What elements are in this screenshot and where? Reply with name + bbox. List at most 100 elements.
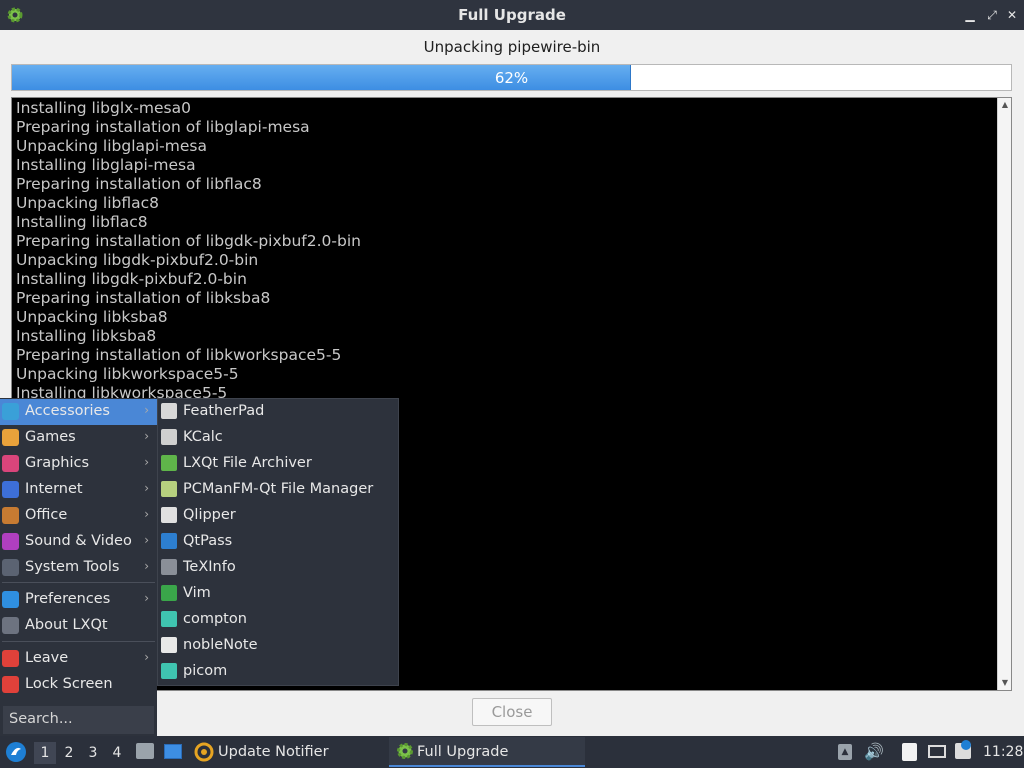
about-icon	[2, 617, 19, 634]
chevron-right-icon: ›	[144, 481, 149, 495]
qlipper-icon	[161, 507, 177, 523]
menu-item-system-tools[interactable]: System Tools ›	[0, 555, 157, 581]
desktop-switch-4[interactable]: 4	[106, 742, 128, 764]
menu-item-preferences[interactable]: Preferences ›	[0, 587, 157, 613]
network-icon[interactable]	[926, 736, 948, 768]
task-update-notifier[interactable]: Update Notifier	[190, 737, 380, 767]
scroll-down-icon[interactable]: ▼	[998, 676, 1011, 690]
task-label: Full Upgrade	[417, 744, 509, 760]
submenu-item-compton[interactable]: compton	[158, 607, 398, 633]
submenu-item-label: QtPass	[183, 533, 233, 549]
chevron-right-icon: ›	[144, 429, 149, 443]
desktop-switch-1[interactable]: 1	[34, 742, 56, 764]
log-line: Installing libflac8	[16, 213, 148, 231]
scroll-up-icon[interactable]: ▲	[998, 98, 1011, 112]
texinfo-icon	[161, 559, 177, 575]
title-bar[interactable]: Full Upgrade ▁ ⤢ ✕	[0, 0, 1024, 30]
sound-video-icon	[2, 533, 19, 550]
desktop-switch-2[interactable]: 2	[58, 742, 80, 764]
chevron-right-icon: ›	[144, 559, 149, 573]
task-full-upgrade[interactable]: Full Upgrade	[389, 737, 585, 767]
submenu-item-label: KCalc	[183, 429, 223, 445]
preferences-icon	[2, 591, 19, 608]
log-line: Preparing installation of libglapi-mesa	[16, 118, 310, 136]
kcalc-icon	[161, 429, 177, 445]
close-window-button[interactable]: ✕	[1004, 7, 1020, 23]
submenu-item-picom[interactable]: picom	[158, 659, 398, 685]
compton-icon	[161, 611, 177, 627]
submenu-item-label: compton	[183, 611, 247, 627]
submenu-item-kcalc[interactable]: KCalc	[158, 425, 398, 451]
submenu-item-pcmanfm-qt-file-manager[interactable]: PCManFM-Qt File Manager	[158, 477, 398, 503]
menu-item-label: Games	[25, 429, 76, 445]
menu-item-internet[interactable]: Internet ›	[0, 477, 157, 503]
menu-item-about[interactable]: About LXQt	[0, 613, 157, 639]
update-tray-icon[interactable]	[953, 736, 973, 768]
noblenote-icon	[161, 637, 177, 653]
menu-item-label: System Tools	[25, 559, 120, 575]
submenu-item-lxqt-file-archiver[interactable]: LXQt File Archiver	[158, 451, 398, 477]
internet-icon	[2, 481, 19, 498]
log-line: Unpacking libglapi-mesa	[16, 137, 207, 155]
leave-icon	[2, 650, 19, 667]
desktop-switch-3[interactable]: 3	[82, 742, 104, 764]
menu-item-label: Graphics	[25, 455, 90, 471]
menu-item-graphics[interactable]: Graphics ›	[0, 451, 157, 477]
submenu-item-label: FeatherPad	[183, 403, 265, 419]
menu-item-leave[interactable]: Leave ›	[0, 646, 157, 672]
submenu-item-qlipper[interactable]: Qlipper	[158, 503, 398, 529]
accessories-submenu: FeatherPad KCalc LXQt File Archiver PCManFM…	[157, 398, 399, 686]
archiver-icon	[161, 455, 177, 471]
close-button[interactable]: Close	[472, 698, 552, 726]
menu-separator	[2, 582, 155, 583]
submenu-item-label: LXQt File Archiver	[183, 455, 312, 471]
show-desktop-icon[interactable]	[134, 736, 156, 768]
volume-icon[interactable]: 🔊	[862, 736, 884, 768]
search-input[interactable]: Search...	[3, 706, 154, 734]
log-line: Preparing installation of libksba8	[16, 289, 271, 307]
log-line: Preparing installation of libkworkspace5…	[16, 346, 342, 364]
picom-icon	[161, 663, 177, 679]
submenu-item-noblenote[interactable]: nobleNote	[158, 633, 398, 659]
graphics-icon	[2, 455, 19, 472]
menu-separator	[2, 641, 155, 642]
log-scrollbar[interactable]: ▲ ▼	[997, 98, 1011, 690]
submenu-item-featherpad[interactable]: FeatherPad	[158, 399, 398, 425]
submenu-item-label: TeXInfo	[183, 559, 236, 575]
menu-item-sound-video[interactable]: Sound & Video ›	[0, 529, 157, 555]
tray-up-arrow-icon[interactable]: ▲	[836, 736, 854, 768]
log-lines: Installing libglx-mesa0 Preparing install…	[16, 99, 995, 441]
clipboard-icon[interactable]	[900, 736, 920, 768]
main-menu-button[interactable]	[5, 741, 27, 763]
log-line: Installing libgdk-pixbuf2.0-bin	[16, 270, 247, 288]
log-line: Installing libglx-mesa0	[16, 99, 191, 117]
menu-item-games[interactable]: Games ›	[0, 425, 157, 451]
submenu-item-vim[interactable]: Vim	[158, 581, 398, 607]
menu-item-accessories[interactable]: Accessories ›	[0, 399, 157, 425]
submenu-item-qtpass[interactable]: QtPass	[158, 529, 398, 555]
window-icon[interactable]	[162, 736, 184, 768]
window-title: Full Upgrade	[458, 6, 566, 24]
file-manager-icon	[161, 481, 177, 497]
submenu-item-label: nobleNote	[183, 637, 258, 653]
menu-item-label: Office	[25, 507, 68, 523]
chevron-right-icon: ›	[144, 650, 149, 664]
maximize-button[interactable]: ⤢	[984, 7, 1000, 23]
office-icon	[2, 507, 19, 524]
vim-icon	[161, 585, 177, 601]
menu-item-office[interactable]: Office ›	[0, 503, 157, 529]
minimize-button[interactable]: ▁	[962, 7, 978, 23]
submenu-item-texinfo[interactable]: TeXInfo	[158, 555, 398, 581]
chevron-right-icon: ›	[144, 591, 149, 605]
log-line: Unpacking libksba8	[16, 308, 168, 326]
progress-text: 62%	[494, 69, 529, 87]
menu-item-lock-screen[interactable]: Lock Screen	[0, 672, 157, 698]
submenu-item-label: picom	[183, 663, 228, 679]
clock[interactable]: 11:28	[983, 744, 1023, 760]
log-line: Preparing installation of libgdk-pixbuf2…	[16, 232, 361, 250]
menu-item-label: Accessories	[25, 403, 110, 419]
menu-item-label: Preferences	[25, 591, 111, 607]
submenu-item-label: Qlipper	[183, 507, 236, 523]
submenu-item-label: PCManFM-Qt File Manager	[183, 481, 374, 497]
chevron-right-icon: ›	[144, 533, 149, 547]
